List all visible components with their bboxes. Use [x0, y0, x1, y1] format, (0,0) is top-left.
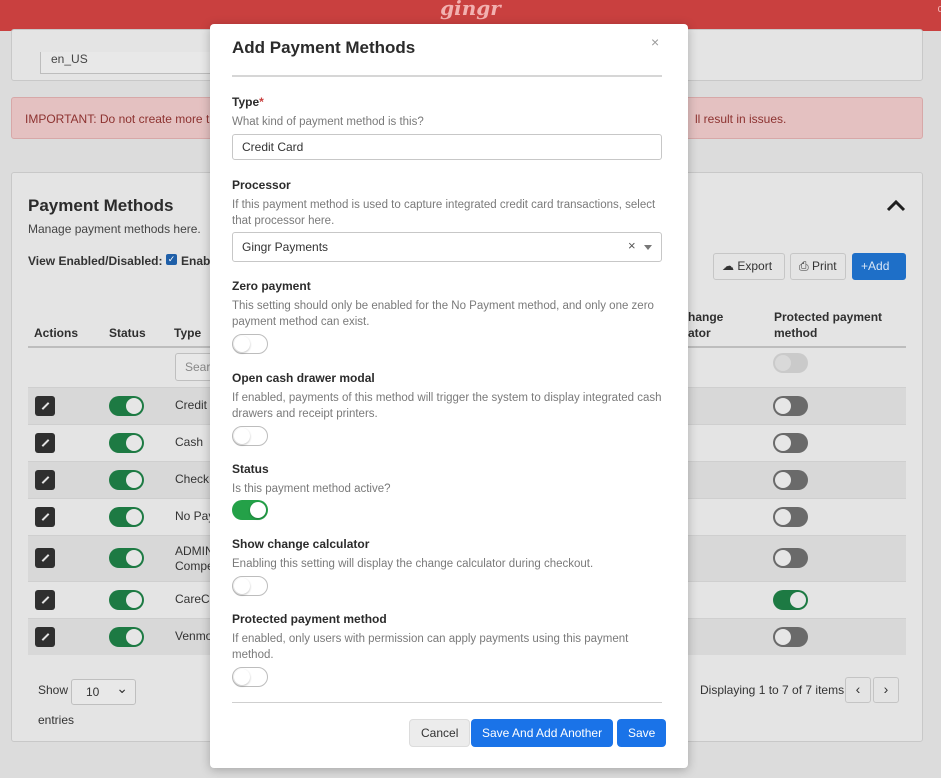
view-filter-label: View Enabled/Disabled: — [28, 254, 163, 268]
enabled-checkbox[interactable]: ✓ — [166, 254, 177, 265]
enabled-checkbox-label: Enab — [181, 254, 211, 268]
user-menu-icon[interactable]: c — [938, 3, 941, 15]
modal-header-divider — [232, 75, 662, 77]
protected-filter-toggle — [773, 353, 808, 373]
cash-drawer-label: Open cash drawer modal — [232, 371, 375, 385]
col-status[interactable]: Status — [109, 325, 146, 341]
processor-label: Processor — [232, 178, 291, 192]
protected-toggle[interactable] — [773, 396, 808, 416]
prev-page-button[interactable]: ‹ — [845, 677, 871, 703]
pagination-info: Displaying 1 to 7 of 7 items — [700, 683, 845, 697]
chevron-left-icon: ‹ — [855, 681, 861, 697]
required-marker: * — [259, 95, 264, 109]
alert-text-tail: ll result in issues. — [695, 112, 787, 126]
status-toggle[interactable] — [109, 548, 144, 568]
status-help: Is this payment method active? — [232, 483, 391, 495]
protected-toggle[interactable] — [773, 627, 808, 647]
save-button[interactable]: Save — [617, 719, 667, 747]
type-help: What kind of payment method is this? — [232, 116, 424, 128]
zero-payment-label: Zero payment — [232, 279, 311, 293]
row-type: CareCr — [175, 592, 214, 606]
row-type: Cash — [175, 435, 204, 449]
edit-icon[interactable] — [35, 507, 55, 527]
processor-select[interactable]: Gingr Payments — [232, 232, 662, 262]
zero-payment-help: This setting should only be enabled for … — [232, 300, 654, 328]
row-type: Venmo — [175, 629, 213, 643]
add-button[interactable]: +Add — [852, 253, 906, 280]
col-type[interactable]: Type — [174, 325, 201, 341]
clear-icon[interactable]: × — [628, 238, 636, 253]
status-toggle[interactable] — [109, 627, 144, 647]
protected-help: If enabled, only users with permission c… — [232, 633, 629, 661]
protected-toggle[interactable] — [773, 590, 808, 610]
protected-toggle[interactable] — [773, 470, 808, 490]
section-subtitle: Manage payment methods here. — [28, 222, 201, 236]
type-label: Type* — [232, 95, 264, 109]
collapse-chevron-icon[interactable] — [885, 197, 907, 213]
show-label: Show — [38, 683, 69, 697]
status-toggle[interactable] — [109, 433, 144, 453]
type-search-input[interactable]: Searc — [175, 353, 216, 381]
modal-title: Add Payment Methods — [232, 38, 416, 57]
status-toggle[interactable] — [109, 396, 144, 416]
edit-icon[interactable] — [35, 590, 55, 610]
entries-label: entries — [38, 713, 75, 727]
edit-icon[interactable] — [35, 548, 55, 568]
printer-icon: ⎙ — [799, 259, 809, 273]
type-input[interactable] — [232, 134, 662, 160]
col-change-calculator[interactable]: hange ator — [688, 309, 723, 341]
add-payment-method-modal: Add Payment Methods × Type* What kind of… — [210, 24, 688, 768]
status-toggle[interactable] — [109, 507, 144, 527]
save-and-add-another-button[interactable]: Save And Add Another — [471, 719, 614, 747]
change-calculator-help: Enabling this setting will display the c… — [232, 558, 594, 570]
edit-icon[interactable] — [35, 470, 55, 490]
section-title: Payment Methods — [28, 196, 174, 215]
status-toggle[interactable] — [109, 470, 144, 490]
row-type: ADMIN Compe — [175, 544, 214, 573]
col-actions[interactable]: Actions — [34, 325, 78, 341]
edit-icon[interactable] — [35, 433, 55, 453]
app-logo: gingr — [440, 0, 501, 20]
modal-footer-divider — [232, 702, 662, 703]
close-icon[interactable]: × — [651, 34, 659, 50]
cancel-button[interactable]: Cancel — [409, 719, 471, 747]
change-calculator-label: Show change calculator — [232, 537, 370, 551]
status-toggle[interactable] — [232, 500, 268, 520]
cash-drawer-toggle[interactable] — [232, 426, 268, 446]
row-type: No Pay — [175, 509, 215, 523]
plus-icon: + — [861, 259, 869, 273]
zero-payment-toggle[interactable] — [232, 334, 268, 354]
protected-toggle[interactable] — [232, 667, 268, 687]
processor-help: If this payment method is used to captur… — [232, 199, 656, 227]
col-protected[interactable]: Protected payment method — [774, 309, 882, 341]
export-button[interactable]: ☁ Export — [713, 253, 785, 280]
chevron-right-icon: › — [883, 681, 889, 697]
chevron-down-icon[interactable] — [644, 245, 652, 250]
protected-toggle[interactable] — [773, 507, 808, 527]
row-type: Credit — [175, 398, 208, 412]
page-size-select[interactable]: 10 — [71, 676, 136, 705]
protected-toggle[interactable] — [773, 548, 808, 568]
processor-value: Gingr Payments — [242, 240, 329, 254]
cloud-download-icon: ☁ — [722, 259, 734, 273]
next-page-button[interactable]: › — [873, 677, 899, 703]
cash-drawer-help: If enabled, payments of this method will… — [232, 392, 662, 420]
protected-toggle[interactable] — [773, 433, 808, 453]
alert-text: IMPORTANT: Do not create more th — [25, 112, 216, 126]
row-type: Check — [175, 472, 210, 486]
status-label: Status — [232, 462, 269, 476]
status-toggle[interactable] — [109, 590, 144, 610]
change-calculator-toggle[interactable] — [232, 576, 268, 596]
print-button[interactable]: ⎙ Print — [790, 253, 846, 280]
edit-icon[interactable] — [35, 627, 55, 647]
protected-label: Protected payment method — [232, 612, 387, 626]
edit-icon[interactable] — [35, 396, 55, 416]
